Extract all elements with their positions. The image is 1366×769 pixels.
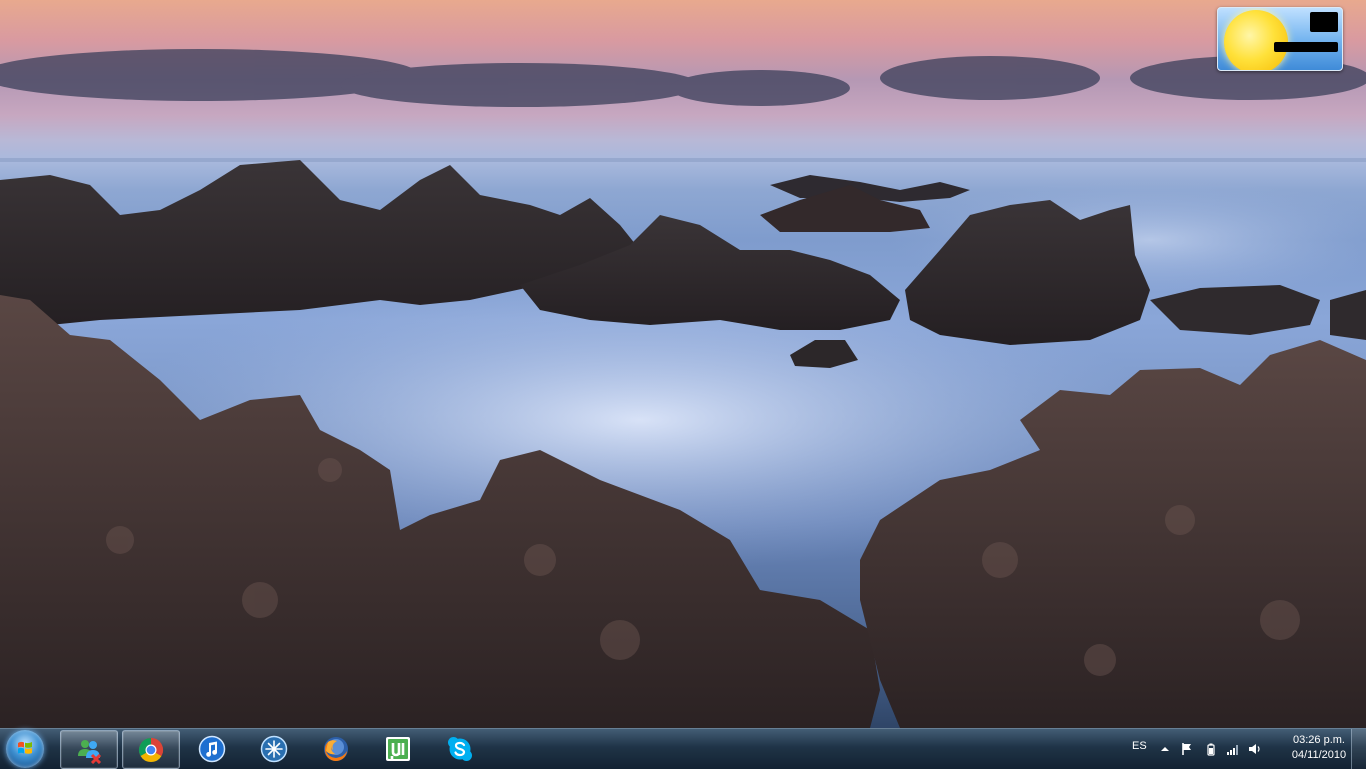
desktop-wallpaper	[0, 0, 1366, 728]
system-tray: ES 03:26 p.m. 04/11/2010	[1106, 729, 1366, 769]
taskbar-item-utorrent[interactable]	[370, 730, 426, 767]
clock-time: 03:26 p.m.	[1293, 734, 1345, 746]
language-indicator[interactable]: ES	[1132, 740, 1147, 752]
messenger-people-icon	[78, 739, 102, 764]
taskbar-item-firefox[interactable]	[308, 730, 364, 767]
taskbar-item-skype[interactable]	[432, 730, 488, 767]
firefox-icon	[324, 736, 348, 761]
taskbar-item-messenger[interactable]	[60, 730, 118, 769]
action-center-flag-icon[interactable]	[1180, 742, 1194, 756]
skype-icon	[448, 736, 472, 761]
taskbar-item-chrome[interactable]	[122, 730, 180, 769]
chrome-icon	[138, 737, 164, 762]
clock-date: 04/11/2010	[1291, 749, 1347, 761]
taskbar-item-itunes[interactable]	[184, 730, 240, 767]
windows-start-orb-icon	[18, 741, 32, 754]
battery-icon[interactable]	[1204, 742, 1218, 756]
show-hidden-icons-arrow-icon[interactable]	[1158, 742, 1172, 756]
itunes-icon	[198, 735, 226, 762]
sun-icon	[1224, 10, 1288, 70]
coastal-rocks-scene	[0, 49, 1366, 728]
start-button[interactable]	[6, 730, 44, 768]
utorrent-icon	[386, 736, 410, 761]
weather-gadget[interactable]	[1217, 7, 1343, 71]
taskbar: ES 03:26 p.m. 04/11/2010	[0, 728, 1366, 769]
network-signal-icon[interactable]	[1226, 742, 1240, 756]
star-burst-icon	[260, 735, 288, 762]
clock[interactable]: 03:26 p.m. 04/11/2010	[1284, 733, 1354, 763]
redacted-location	[1274, 42, 1338, 52]
show-desktop-button[interactable]	[1351, 729, 1366, 769]
volume-icon[interactable]	[1248, 742, 1262, 756]
taskbar-item-bluetooth-app[interactable]	[246, 730, 302, 767]
redacted-temperature	[1310, 12, 1338, 32]
